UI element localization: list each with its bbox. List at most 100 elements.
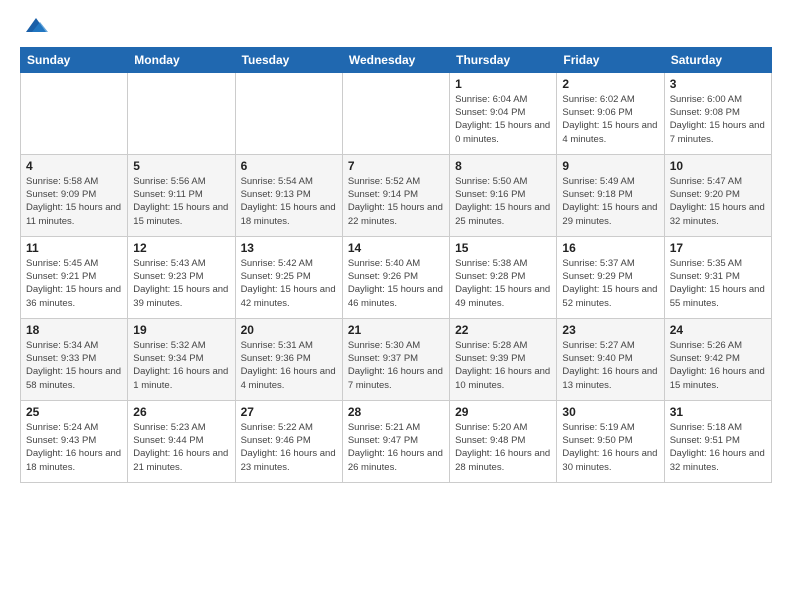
cell-info-text: Sunrise: 5:28 AMSunset: 9:39 PMDaylight:… (455, 339, 551, 392)
cell-day-number: 16 (562, 241, 658, 255)
calendar-cell: 19 Sunrise: 5:32 AMSunset: 9:34 PMDayligh… (128, 318, 235, 400)
cell-day-number: 30 (562, 405, 658, 419)
calendar-cell: 4 Sunrise: 5:58 AMSunset: 9:09 PMDaylight… (21, 154, 128, 236)
cell-info-text: Sunrise: 5:26 AMSunset: 9:42 PMDaylight:… (670, 339, 766, 392)
cell-info-text: Sunrise: 5:34 AMSunset: 9:33 PMDaylight:… (26, 339, 122, 392)
calendar-cell: 3Sunrise: 6:00 AMSunset: 9:08 PMDaylight… (664, 72, 771, 154)
cell-day-number: 12 (133, 241, 229, 255)
cell-info-text: Sunrise: 5:22 AMSunset: 9:46 PMDaylight:… (241, 421, 337, 474)
calendar-cell: 11 Sunrise: 5:45 AMSunset: 9:21 PMDayligh… (21, 236, 128, 318)
cell-info-text: Sunrise: 5:45 AMSunset: 9:21 PMDaylight:… (26, 257, 122, 310)
week-row-3: 11 Sunrise: 5:45 AMSunset: 9:21 PMDayligh… (21, 236, 772, 318)
header (20, 16, 772, 41)
cell-day-number: 6 (241, 159, 337, 173)
cell-info-text: Sunrise: 5:43 AMSunset: 9:23 PMDaylight:… (133, 257, 229, 310)
days-of-week-row: SundayMondayTuesdayWednesdayThursdayFrid… (21, 47, 772, 72)
calendar-cell: 25Sunrise: 5:24 AMSunset: 9:43 PMDayligh… (21, 400, 128, 482)
calendar-cell: 12 Sunrise: 5:43 AMSunset: 9:23 PMDayligh… (128, 236, 235, 318)
week-row-4: 18 Sunrise: 5:34 AMSunset: 9:33 PMDayligh… (21, 318, 772, 400)
cell-day-number: 8 (455, 159, 551, 173)
calendar-cell (128, 72, 235, 154)
cell-info-text: Sunrise: 6:04 AMSunset: 9:04 PMDaylight:… (455, 93, 551, 146)
day-header-sunday: Sunday (21, 47, 128, 72)
cell-info-text: Sunrise: 5:58 AMSunset: 9:09 PMDaylight:… (26, 175, 122, 228)
calendar-cell (235, 72, 342, 154)
cell-day-number: 4 (26, 159, 122, 173)
calendar-cell: 6 Sunrise: 5:54 AMSunset: 9:13 PMDaylight… (235, 154, 342, 236)
cell-info-text: Sunrise: 5:50 AMSunset: 9:16 PMDaylight:… (455, 175, 551, 228)
cell-day-number: 7 (348, 159, 444, 173)
calendar-body: 1Sunrise: 6:04 AMSunset: 9:04 PMDaylight… (21, 72, 772, 482)
cell-info-text: Sunrise: 5:42 AMSunset: 9:25 PMDaylight:… (241, 257, 337, 310)
cell-info-text: Sunrise: 5:18 AMSunset: 9:51 PMDaylight:… (670, 421, 766, 474)
cell-day-number: 21 (348, 323, 444, 337)
cell-day-number: 5 (133, 159, 229, 173)
cell-day-number: 23 (562, 323, 658, 337)
page: SundayMondayTuesdayWednesdayThursdayFrid… (0, 0, 792, 499)
cell-day-number: 17 (670, 241, 766, 255)
day-header-wednesday: Wednesday (342, 47, 449, 72)
calendar-header: SundayMondayTuesdayWednesdayThursdayFrid… (21, 47, 772, 72)
cell-day-number: 24 (670, 323, 766, 337)
cell-info-text: Sunrise: 5:32 AMSunset: 9:34 PMDaylight:… (133, 339, 229, 392)
calendar-cell: 23 Sunrise: 5:27 AMSunset: 9:40 PMDayligh… (557, 318, 664, 400)
day-header-friday: Friday (557, 47, 664, 72)
calendar-cell: 13Sunrise: 5:42 AMSunset: 9:25 PMDayligh… (235, 236, 342, 318)
cell-info-text: Sunrise: 5:30 AMSunset: 9:37 PMDaylight:… (348, 339, 444, 392)
cell-info-text: Sunrise: 5:40 AMSunset: 9:26 PMDaylight:… (348, 257, 444, 310)
cell-info-text: Sunrise: 5:54 AMSunset: 9:13 PMDaylight:… (241, 175, 337, 228)
cell-info-text: Sunrise: 5:23 AMSunset: 9:44 PMDaylight:… (133, 421, 229, 474)
calendar-cell (342, 72, 449, 154)
calendar-cell: 5 Sunrise: 5:56 AMSunset: 9:11 PMDaylight… (128, 154, 235, 236)
week-row-5: 25Sunrise: 5:24 AMSunset: 9:43 PMDayligh… (21, 400, 772, 482)
cell-day-number: 14 (348, 241, 444, 255)
calendar-cell: 8 Sunrise: 5:50 AMSunset: 9:16 PMDaylight… (450, 154, 557, 236)
calendar-cell: 22 Sunrise: 5:28 AMSunset: 9:39 PMDayligh… (450, 318, 557, 400)
cell-info-text: Sunrise: 5:27 AMSunset: 9:40 PMDaylight:… (562, 339, 658, 392)
day-header-thursday: Thursday (450, 47, 557, 72)
cell-day-number: 29 (455, 405, 551, 419)
calendar-cell: 17 Sunrise: 5:35 AMSunset: 9:31 PMDayligh… (664, 236, 771, 318)
calendar-cell (21, 72, 128, 154)
cell-info-text: Sunrise: 5:37 AMSunset: 9:29 PMDaylight:… (562, 257, 658, 310)
cell-info-text: Sunrise: 5:24 AMSunset: 9:43 PMDaylight:… (26, 421, 122, 474)
calendar-cell: 28Sunrise: 5:21 AMSunset: 9:47 PMDayligh… (342, 400, 449, 482)
cell-day-number: 11 (26, 241, 122, 255)
calendar-cell: 24 Sunrise: 5:26 AMSunset: 9:42 PMDayligh… (664, 318, 771, 400)
calendar-cell: 31 Sunrise: 5:18 AMSunset: 9:51 PMDayligh… (664, 400, 771, 482)
logo-icon (22, 14, 50, 36)
calendar-cell: 26 Sunrise: 5:23 AMSunset: 9:44 PMDayligh… (128, 400, 235, 482)
cell-info-text: Sunrise: 5:35 AMSunset: 9:31 PMDaylight:… (670, 257, 766, 310)
cell-info-text: Sunrise: 5:52 AMSunset: 9:14 PMDaylight:… (348, 175, 444, 228)
calendar-cell: 21 Sunrise: 5:30 AMSunset: 9:37 PMDayligh… (342, 318, 449, 400)
calendar-cell: 29Sunrise: 5:20 AMSunset: 9:48 PMDayligh… (450, 400, 557, 482)
calendar-cell: 9Sunrise: 5:49 AMSunset: 9:18 PMDaylight… (557, 154, 664, 236)
cell-info-text: Sunrise: 5:19 AMSunset: 9:50 PMDaylight:… (562, 421, 658, 474)
cell-day-number: 2 (562, 77, 658, 91)
cell-day-number: 15 (455, 241, 551, 255)
cell-info-text: Sunrise: 5:49 AMSunset: 9:18 PMDaylight:… (562, 175, 658, 228)
cell-day-number: 31 (670, 405, 766, 419)
week-row-1: 1Sunrise: 6:04 AMSunset: 9:04 PMDaylight… (21, 72, 772, 154)
calendar-cell: 1Sunrise: 6:04 AMSunset: 9:04 PMDaylight… (450, 72, 557, 154)
calendar-cell: 18 Sunrise: 5:34 AMSunset: 9:33 PMDayligh… (21, 318, 128, 400)
calendar-cell: 10Sunrise: 5:47 AMSunset: 9:20 PMDayligh… (664, 154, 771, 236)
day-header-saturday: Saturday (664, 47, 771, 72)
cell-day-number: 22 (455, 323, 551, 337)
cell-info-text: Sunrise: 5:31 AMSunset: 9:36 PMDaylight:… (241, 339, 337, 392)
day-header-monday: Monday (128, 47, 235, 72)
calendar-cell: 7 Sunrise: 5:52 AMSunset: 9:14 PMDaylight… (342, 154, 449, 236)
cell-day-number: 19 (133, 323, 229, 337)
calendar-cell: 15Sunrise: 5:38 AMSunset: 9:28 PMDayligh… (450, 236, 557, 318)
calendar-cell: 2 Sunrise: 6:02 AMSunset: 9:06 PMDaylight… (557, 72, 664, 154)
calendar-cell: 30 Sunrise: 5:19 AMSunset: 9:50 PMDayligh… (557, 400, 664, 482)
cell-info-text: Sunrise: 6:02 AMSunset: 9:06 PMDaylight:… (562, 93, 658, 146)
cell-day-number: 3 (670, 77, 766, 91)
calendar-cell: 20Sunrise: 5:31 AMSunset: 9:36 PMDayligh… (235, 318, 342, 400)
day-header-tuesday: Tuesday (235, 47, 342, 72)
week-row-2: 4 Sunrise: 5:58 AMSunset: 9:09 PMDaylight… (21, 154, 772, 236)
cell-day-number: 26 (133, 405, 229, 419)
calendar-table: SundayMondayTuesdayWednesdayThursdayFrid… (20, 47, 772, 483)
cell-info-text: Sunrise: 5:56 AMSunset: 9:11 PMDaylight:… (133, 175, 229, 228)
cell-day-number: 18 (26, 323, 122, 337)
